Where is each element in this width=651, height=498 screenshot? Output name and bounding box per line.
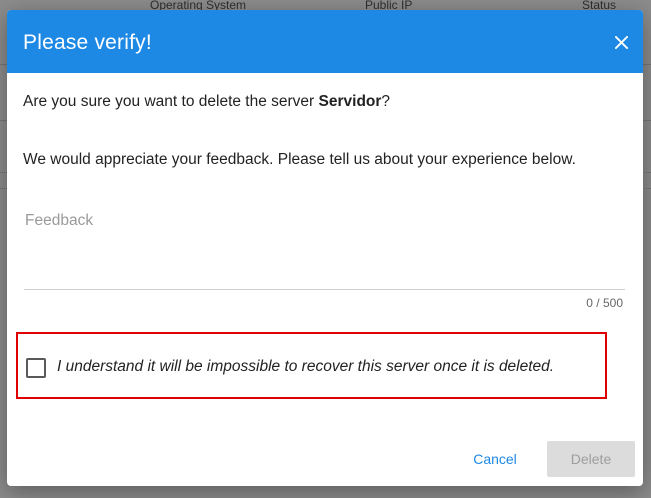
server-name: Servidor (318, 93, 382, 110)
close-icon (614, 35, 628, 49)
dialog-title: Please verify! (23, 31, 152, 54)
delete-question: Are you sure you want to delete the serv… (23, 93, 390, 111)
feedback-field[interactable] (24, 200, 625, 290)
confirm-label[interactable]: I understand it will be impossible to re… (57, 358, 554, 376)
question-prefix: Are you sure you want to delete the serv… (23, 93, 319, 110)
feedback-prompt: We would appreciate your feedback. Pleas… (23, 151, 576, 168)
close-button[interactable] (609, 30, 633, 54)
delete-server-dialog: Please verify! Are you sure you want to … (7, 10, 643, 486)
confirm-checkbox[interactable] (26, 358, 46, 378)
question-suffix: ? (381, 93, 391, 110)
delete-button[interactable]: Delete (547, 441, 635, 477)
confirm-highlight-box: I understand it will be impossible to re… (16, 332, 607, 399)
character-counter: 0 / 500 (586, 296, 623, 310)
cancel-button[interactable]: Cancel (459, 442, 531, 476)
dialog-header: Please verify! (7, 10, 643, 73)
